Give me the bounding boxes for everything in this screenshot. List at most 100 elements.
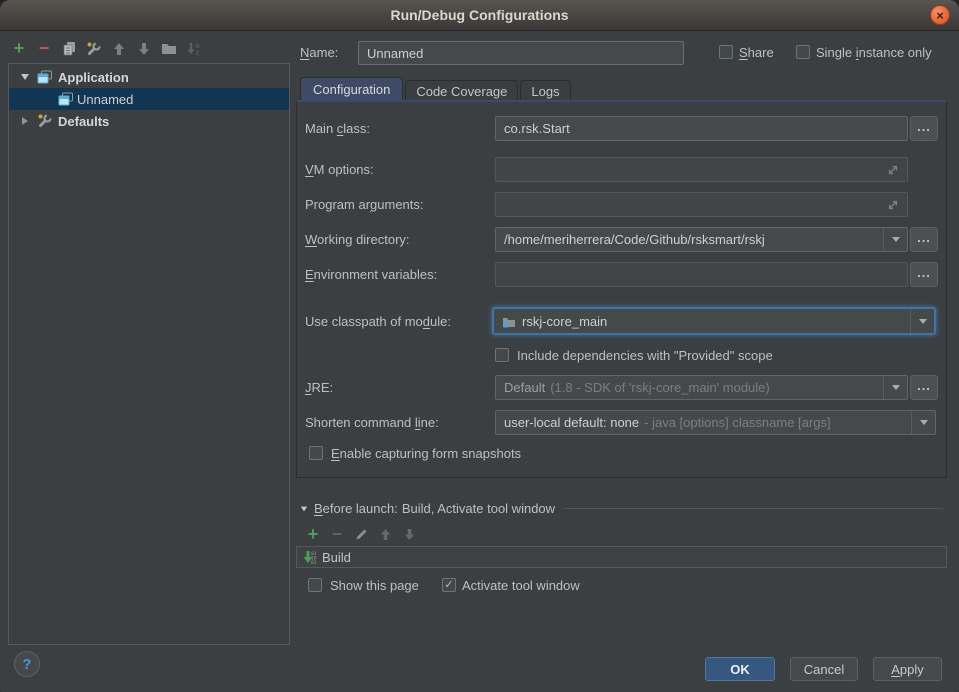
share-label: Share xyxy=(739,45,774,60)
tree-group-defaults[interactable]: Defaults xyxy=(9,110,289,132)
jre-browse-button[interactable]: ... xyxy=(910,375,938,400)
tree-expander-icon[interactable] xyxy=(22,117,28,125)
before-launch-header[interactable]: Before launch: Build, Activate tool wind… xyxy=(300,501,943,516)
module-icon xyxy=(502,315,516,328)
dropdown-arrow-icon[interactable] xyxy=(883,376,907,399)
environment-variables-label: Environment variables: xyxy=(305,267,437,282)
enable-capturing-checkbox[interactable] xyxy=(309,446,323,460)
working-directory-label: Working directory: xyxy=(305,232,410,247)
task-label: Build xyxy=(322,550,351,565)
main-class-input[interactable]: co.rsk.Start xyxy=(495,116,908,141)
configurations-toolbar: + − xyxy=(10,40,203,57)
show-this-page-checkbox[interactable] xyxy=(308,578,322,592)
svg-text:a: a xyxy=(196,43,200,50)
before-launch-task-list: 01 10 01 Build xyxy=(296,546,947,568)
configurations-tree: Application Unnamed Defaults xyxy=(8,63,290,645)
move-down-button[interactable] xyxy=(135,40,153,57)
move-task-up-button[interactable] xyxy=(378,526,392,543)
help-icon: ? xyxy=(22,656,31,673)
name-input[interactable]: Unnamed xyxy=(358,41,684,65)
tab-logs[interactable]: Logs xyxy=(520,80,570,100)
sort-configurations-button[interactable]: a z xyxy=(185,40,203,57)
section-divider xyxy=(563,508,943,509)
program-arguments-input[interactable] xyxy=(495,192,908,217)
single-instance-label: Single instance only xyxy=(816,45,932,60)
before-launch-toolbar: + − xyxy=(306,526,416,543)
ellipsis-icon: ... xyxy=(917,230,931,245)
use-classpath-combo[interactable]: rskj-core_main xyxy=(492,307,936,335)
tree-item-unnamed-selected[interactable]: Unnamed xyxy=(9,88,289,110)
working-directory-browse-button[interactable]: ... xyxy=(910,227,938,252)
pencil-icon xyxy=(355,528,368,541)
remove-icon: − xyxy=(39,41,50,56)
arrow-down-icon xyxy=(138,42,150,56)
environment-variables-input[interactable] xyxy=(495,262,908,287)
jre-combo[interactable]: Default (1.8 - SDK of 'rskj-core_main' m… xyxy=(495,375,908,400)
edit-defaults-button[interactable] xyxy=(85,40,103,57)
add-configuration-button[interactable]: + xyxy=(10,40,28,57)
application-icon xyxy=(58,92,74,106)
wrench-icon xyxy=(86,41,102,57)
svg-text:01: 01 xyxy=(311,560,317,565)
help-button[interactable]: ? xyxy=(14,651,40,677)
cancel-button[interactable]: Cancel xyxy=(790,657,858,681)
tree-group-application[interactable]: Application xyxy=(9,66,289,88)
copy-icon xyxy=(62,41,77,56)
use-classpath-label: Use classpath of module: xyxy=(305,314,451,329)
tab-configuration[interactable]: Configuration xyxy=(300,77,403,100)
expand-field-icon[interactable] xyxy=(887,164,899,176)
tree-expander-icon[interactable] xyxy=(21,74,29,80)
application-icon xyxy=(37,70,53,84)
ellipsis-icon: ... xyxy=(917,378,931,393)
share-checkbox[interactable] xyxy=(719,45,733,59)
before-launch-summary: Build, Activate tool window xyxy=(402,501,555,516)
edit-task-button[interactable] xyxy=(354,526,368,543)
copy-configuration-button[interactable] xyxy=(60,40,78,57)
create-folder-button[interactable] xyxy=(160,40,178,57)
vm-options-input[interactable] xyxy=(495,157,908,182)
tree-group-label: Defaults xyxy=(58,114,109,129)
apply-button[interactable]: Apply xyxy=(873,657,942,681)
tree-group-label: Application xyxy=(58,70,129,85)
ellipsis-icon: ... xyxy=(917,119,931,134)
main-class-label: Main class: xyxy=(305,121,370,136)
remove-icon: − xyxy=(332,527,343,542)
name-label: Name: xyxy=(300,45,338,60)
ok-button[interactable]: OK xyxy=(705,657,775,681)
svg-text:z: z xyxy=(196,50,200,56)
enable-capturing-label: Enable capturing form snapshots xyxy=(331,446,521,461)
task-row-build[interactable]: 01 10 01 Build xyxy=(302,550,351,565)
show-this-page-label: Show this page xyxy=(330,578,419,593)
move-task-down-button[interactable] xyxy=(402,526,416,543)
dropdown-arrow-icon[interactable] xyxy=(883,228,907,251)
expand-field-icon[interactable] xyxy=(887,199,899,211)
shorten-command-line-combo[interactable]: user-local default: none - java [options… xyxy=(495,410,936,435)
add-icon: + xyxy=(308,527,319,542)
tree-item-label: Unnamed xyxy=(77,92,133,107)
remove-task-button[interactable]: − xyxy=(330,526,344,543)
ellipsis-icon: ... xyxy=(917,265,931,280)
working-directory-combo[interactable]: /home/meriherrera/Code/Github/rsksmart/r… xyxy=(495,227,908,252)
arrow-up-icon xyxy=(380,528,391,541)
dropdown-arrow-icon[interactable] xyxy=(911,411,935,434)
defaults-wrench-icon xyxy=(37,113,53,129)
include-dependencies-label: Include dependencies with "Provided" sco… xyxy=(517,348,773,363)
remove-configuration-button[interactable]: − xyxy=(35,40,53,57)
activate-tool-window-label: Activate tool window xyxy=(462,578,580,593)
dropdown-arrow-icon[interactable] xyxy=(910,309,934,333)
include-dependencies-checkbox[interactable] xyxy=(495,348,509,362)
single-instance-checkbox[interactable] xyxy=(796,45,810,59)
add-task-button[interactable]: + xyxy=(306,526,320,543)
move-up-button[interactable] xyxy=(110,40,128,57)
program-arguments-label: Program arguments: xyxy=(305,197,424,212)
section-expander-icon[interactable] xyxy=(301,506,307,511)
tab-code-coverage[interactable]: Code Coverage xyxy=(405,80,518,100)
configuration-editor: Name: Unnamed Share Single instance only… xyxy=(296,0,947,692)
vm-options-label: VM options: xyxy=(305,162,374,177)
arrow-up-icon xyxy=(113,42,125,56)
main-class-browse-button[interactable]: ... xyxy=(910,116,938,141)
tab-bar: Configuration Code Coverage Logs xyxy=(300,77,573,100)
jre-label: JRE: xyxy=(305,380,333,395)
environment-variables-browse-button[interactable]: ... xyxy=(910,262,938,287)
activate-tool-window-checkbox[interactable]: ✓ xyxy=(442,578,456,592)
